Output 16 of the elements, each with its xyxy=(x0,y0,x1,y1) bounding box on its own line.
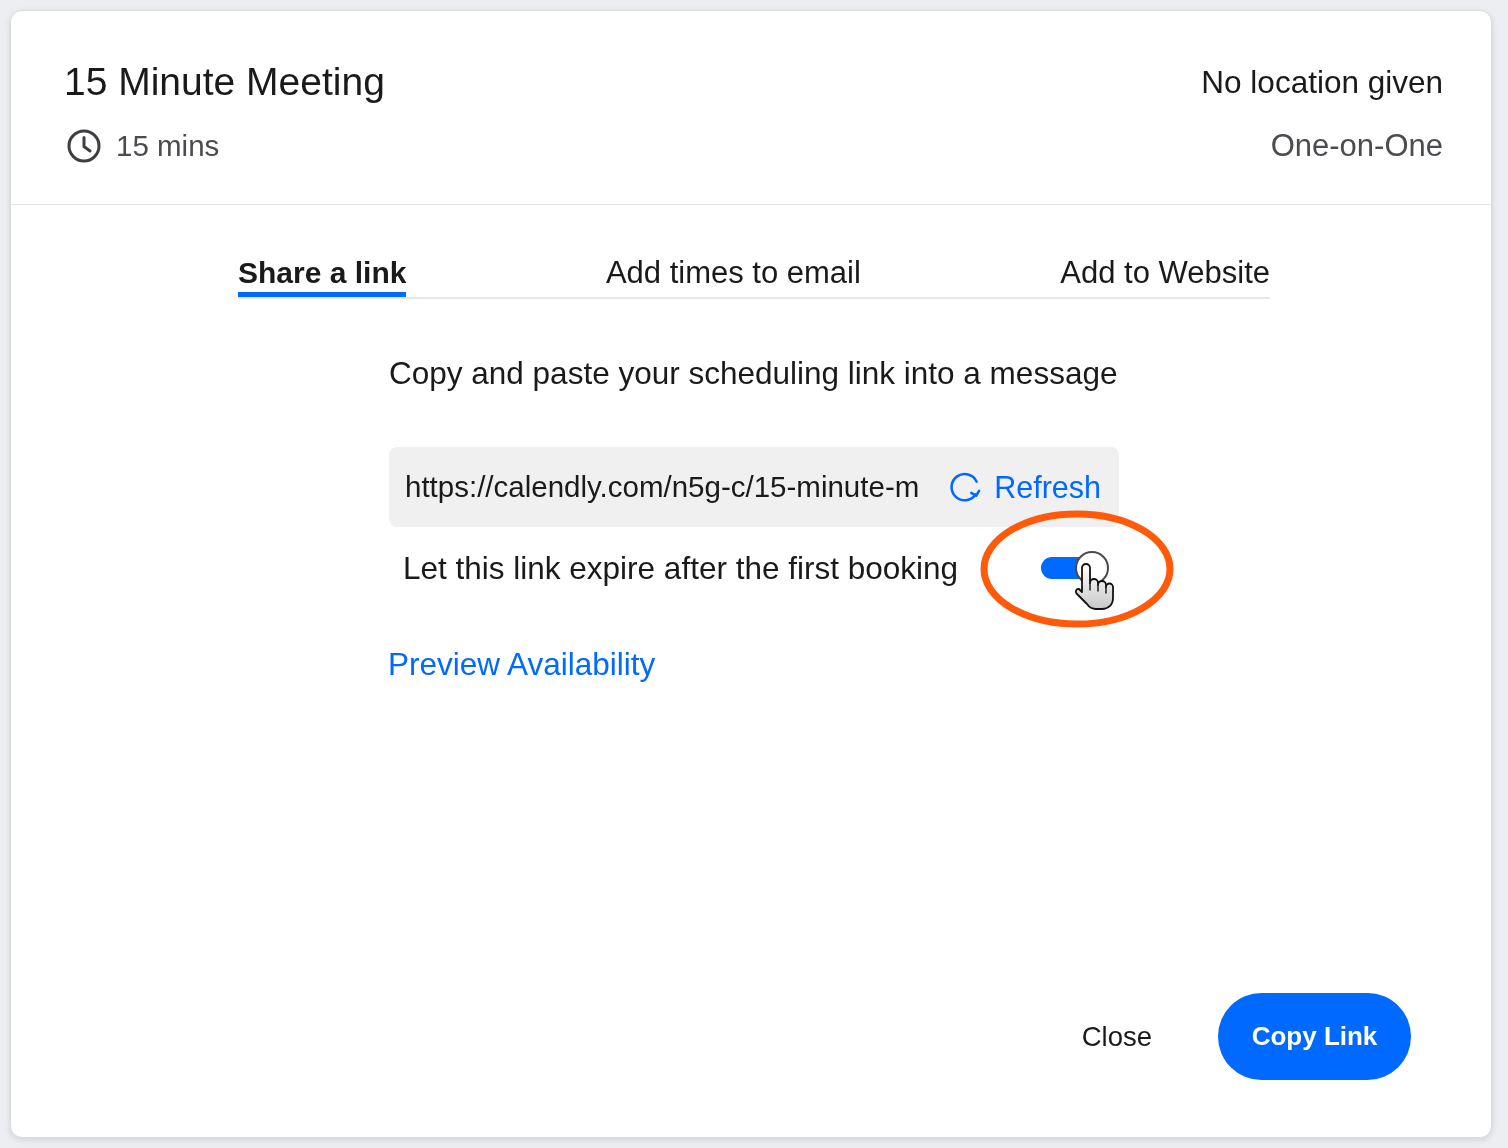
tab[interactable]: Add to Website xyxy=(1060,255,1270,297)
preview-availability-link[interactable]: Preview Availability xyxy=(388,646,656,682)
event-type-label: One-on-One xyxy=(1270,128,1443,164)
close-button[interactable]: Close xyxy=(1075,1018,1158,1055)
instruction-text: Copy and paste your scheduling link into a message xyxy=(389,355,1119,391)
copy-link-button[interactable]: Copy Link xyxy=(1218,993,1411,1080)
refresh-button[interactable]: Refresh xyxy=(947,469,1101,505)
expire-toggle-label: Let this link expire after the first booking xyxy=(403,550,959,586)
tab[interactable]: Add times to email xyxy=(605,255,861,297)
tab[interactable]: Share a link xyxy=(238,255,407,297)
link-field[interactable]: https://calendly.com/n5g-c/15-minute-m Refresh xyxy=(389,447,1119,527)
meeting-title: 15 Minute Meeting xyxy=(64,59,385,105)
duration-label: 15 mins xyxy=(116,128,220,164)
clock-icon xyxy=(67,129,101,163)
hand-cursor-icon xyxy=(1075,563,1115,611)
location-label: No location given xyxy=(1201,63,1443,102)
